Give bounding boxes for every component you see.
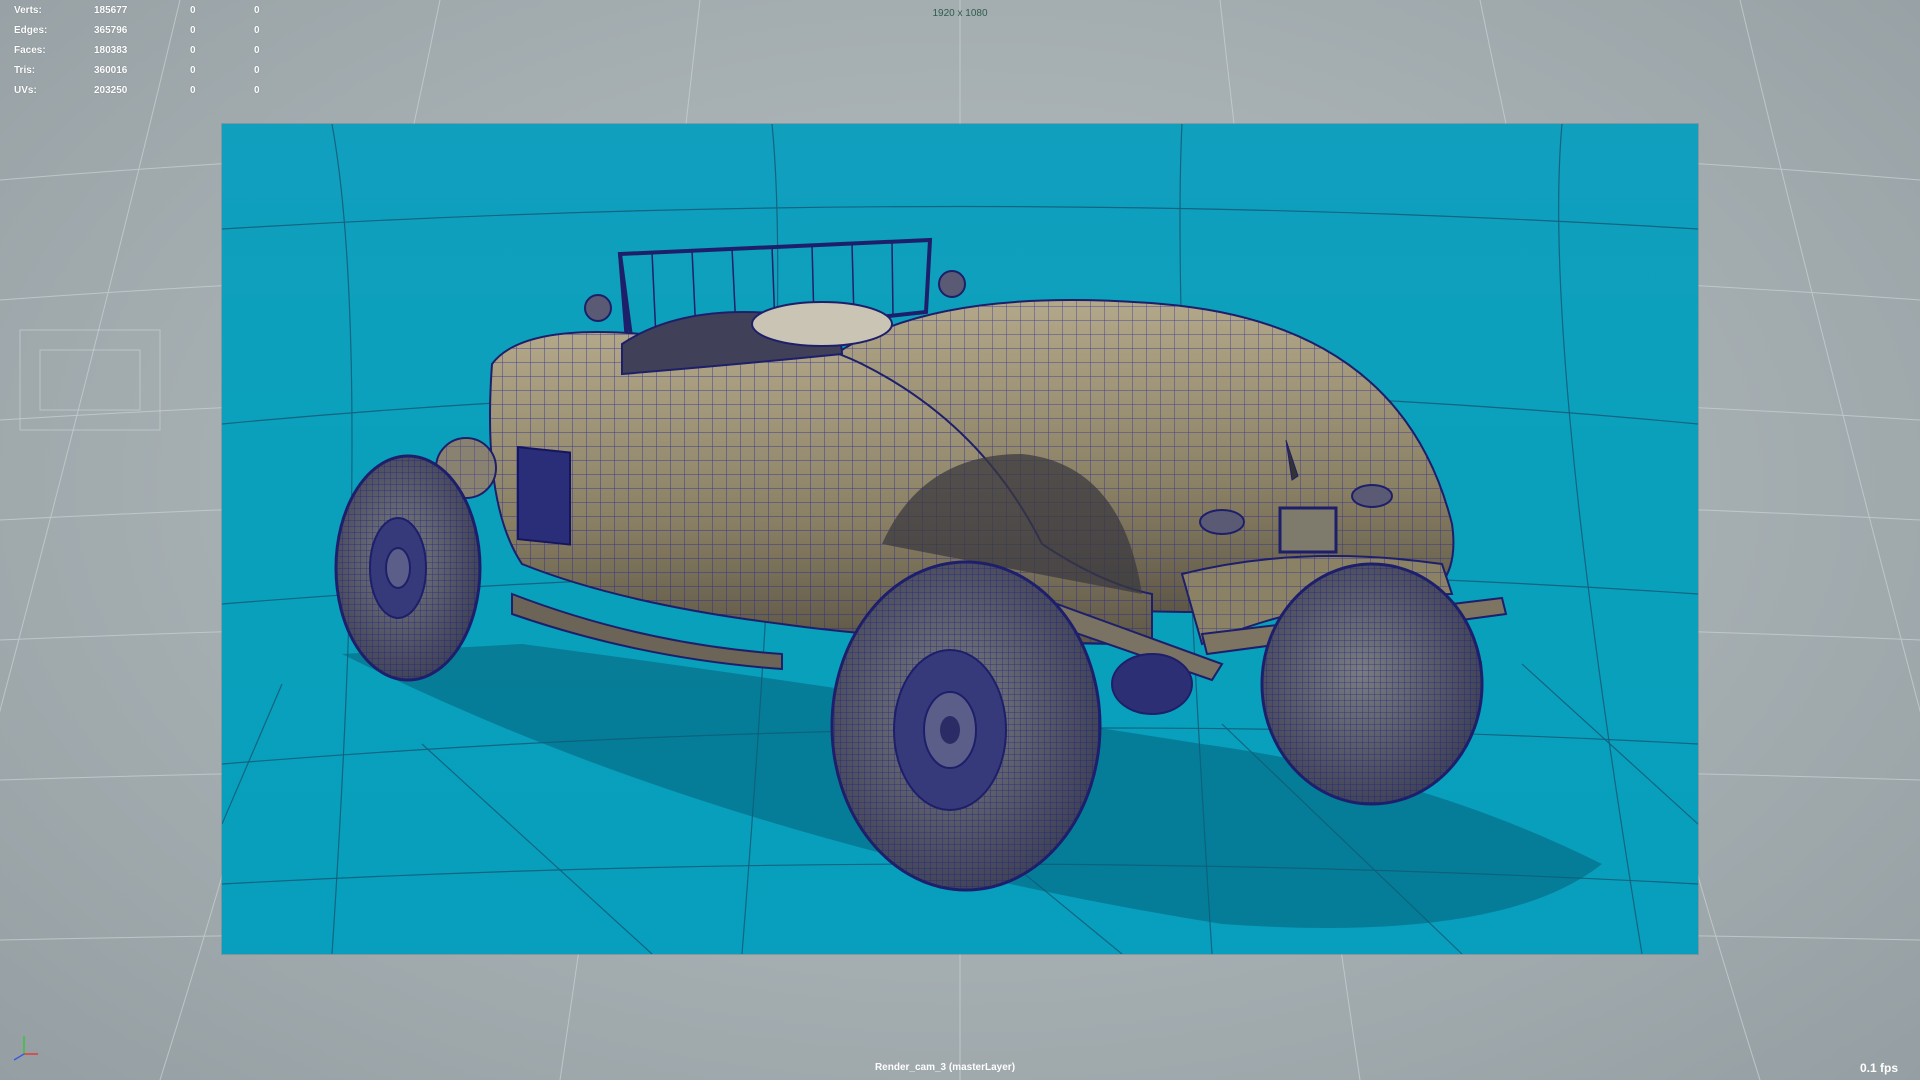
stat-label: UVs:: [14, 84, 37, 96]
stat-components: 0: [254, 44, 260, 56]
stat-row-tris: Tris: 360016 0 0: [14, 60, 294, 80]
stat-components: 0: [254, 84, 260, 96]
stat-selected: 0: [190, 84, 196, 96]
wireframe-car-render: [222, 124, 1698, 954]
stat-row-uvs: UVs: 203250 0 0: [14, 80, 294, 100]
stat-row-edges: Edges: 365796 0 0: [14, 20, 294, 40]
stat-components: 0: [254, 64, 260, 76]
stat-components: 0: [254, 24, 260, 36]
stat-label: Tris:: [14, 64, 36, 76]
stat-label: Edges:: [14, 24, 48, 36]
render-gate[interactable]: [222, 124, 1698, 954]
fps-counter: 0.1 fps: [1859, 1061, 1898, 1075]
stat-total: 203250: [94, 84, 128, 96]
stat-total: 360016: [94, 64, 128, 76]
resolution-gate-label: 1920 x 1080: [932, 8, 988, 19]
stat-row-faces: Faces: 180383 0 0: [14, 40, 294, 60]
stat-selected: 0: [190, 64, 196, 76]
camera-name-label: Render_cam_3 (masterLayer): [874, 1062, 1016, 1073]
stat-label: Faces:: [14, 44, 46, 56]
stat-total: 365796: [94, 24, 128, 36]
3d-viewport[interactable]: Verts: 185677 0 0 Edges: 365796 0 0 Face…: [0, 0, 1920, 1080]
stat-selected: 0: [190, 24, 196, 36]
stat-total: 180383: [94, 44, 128, 56]
stat-selected: 0: [190, 44, 196, 56]
axis-gizmo-icon: [13, 1036, 38, 1061]
